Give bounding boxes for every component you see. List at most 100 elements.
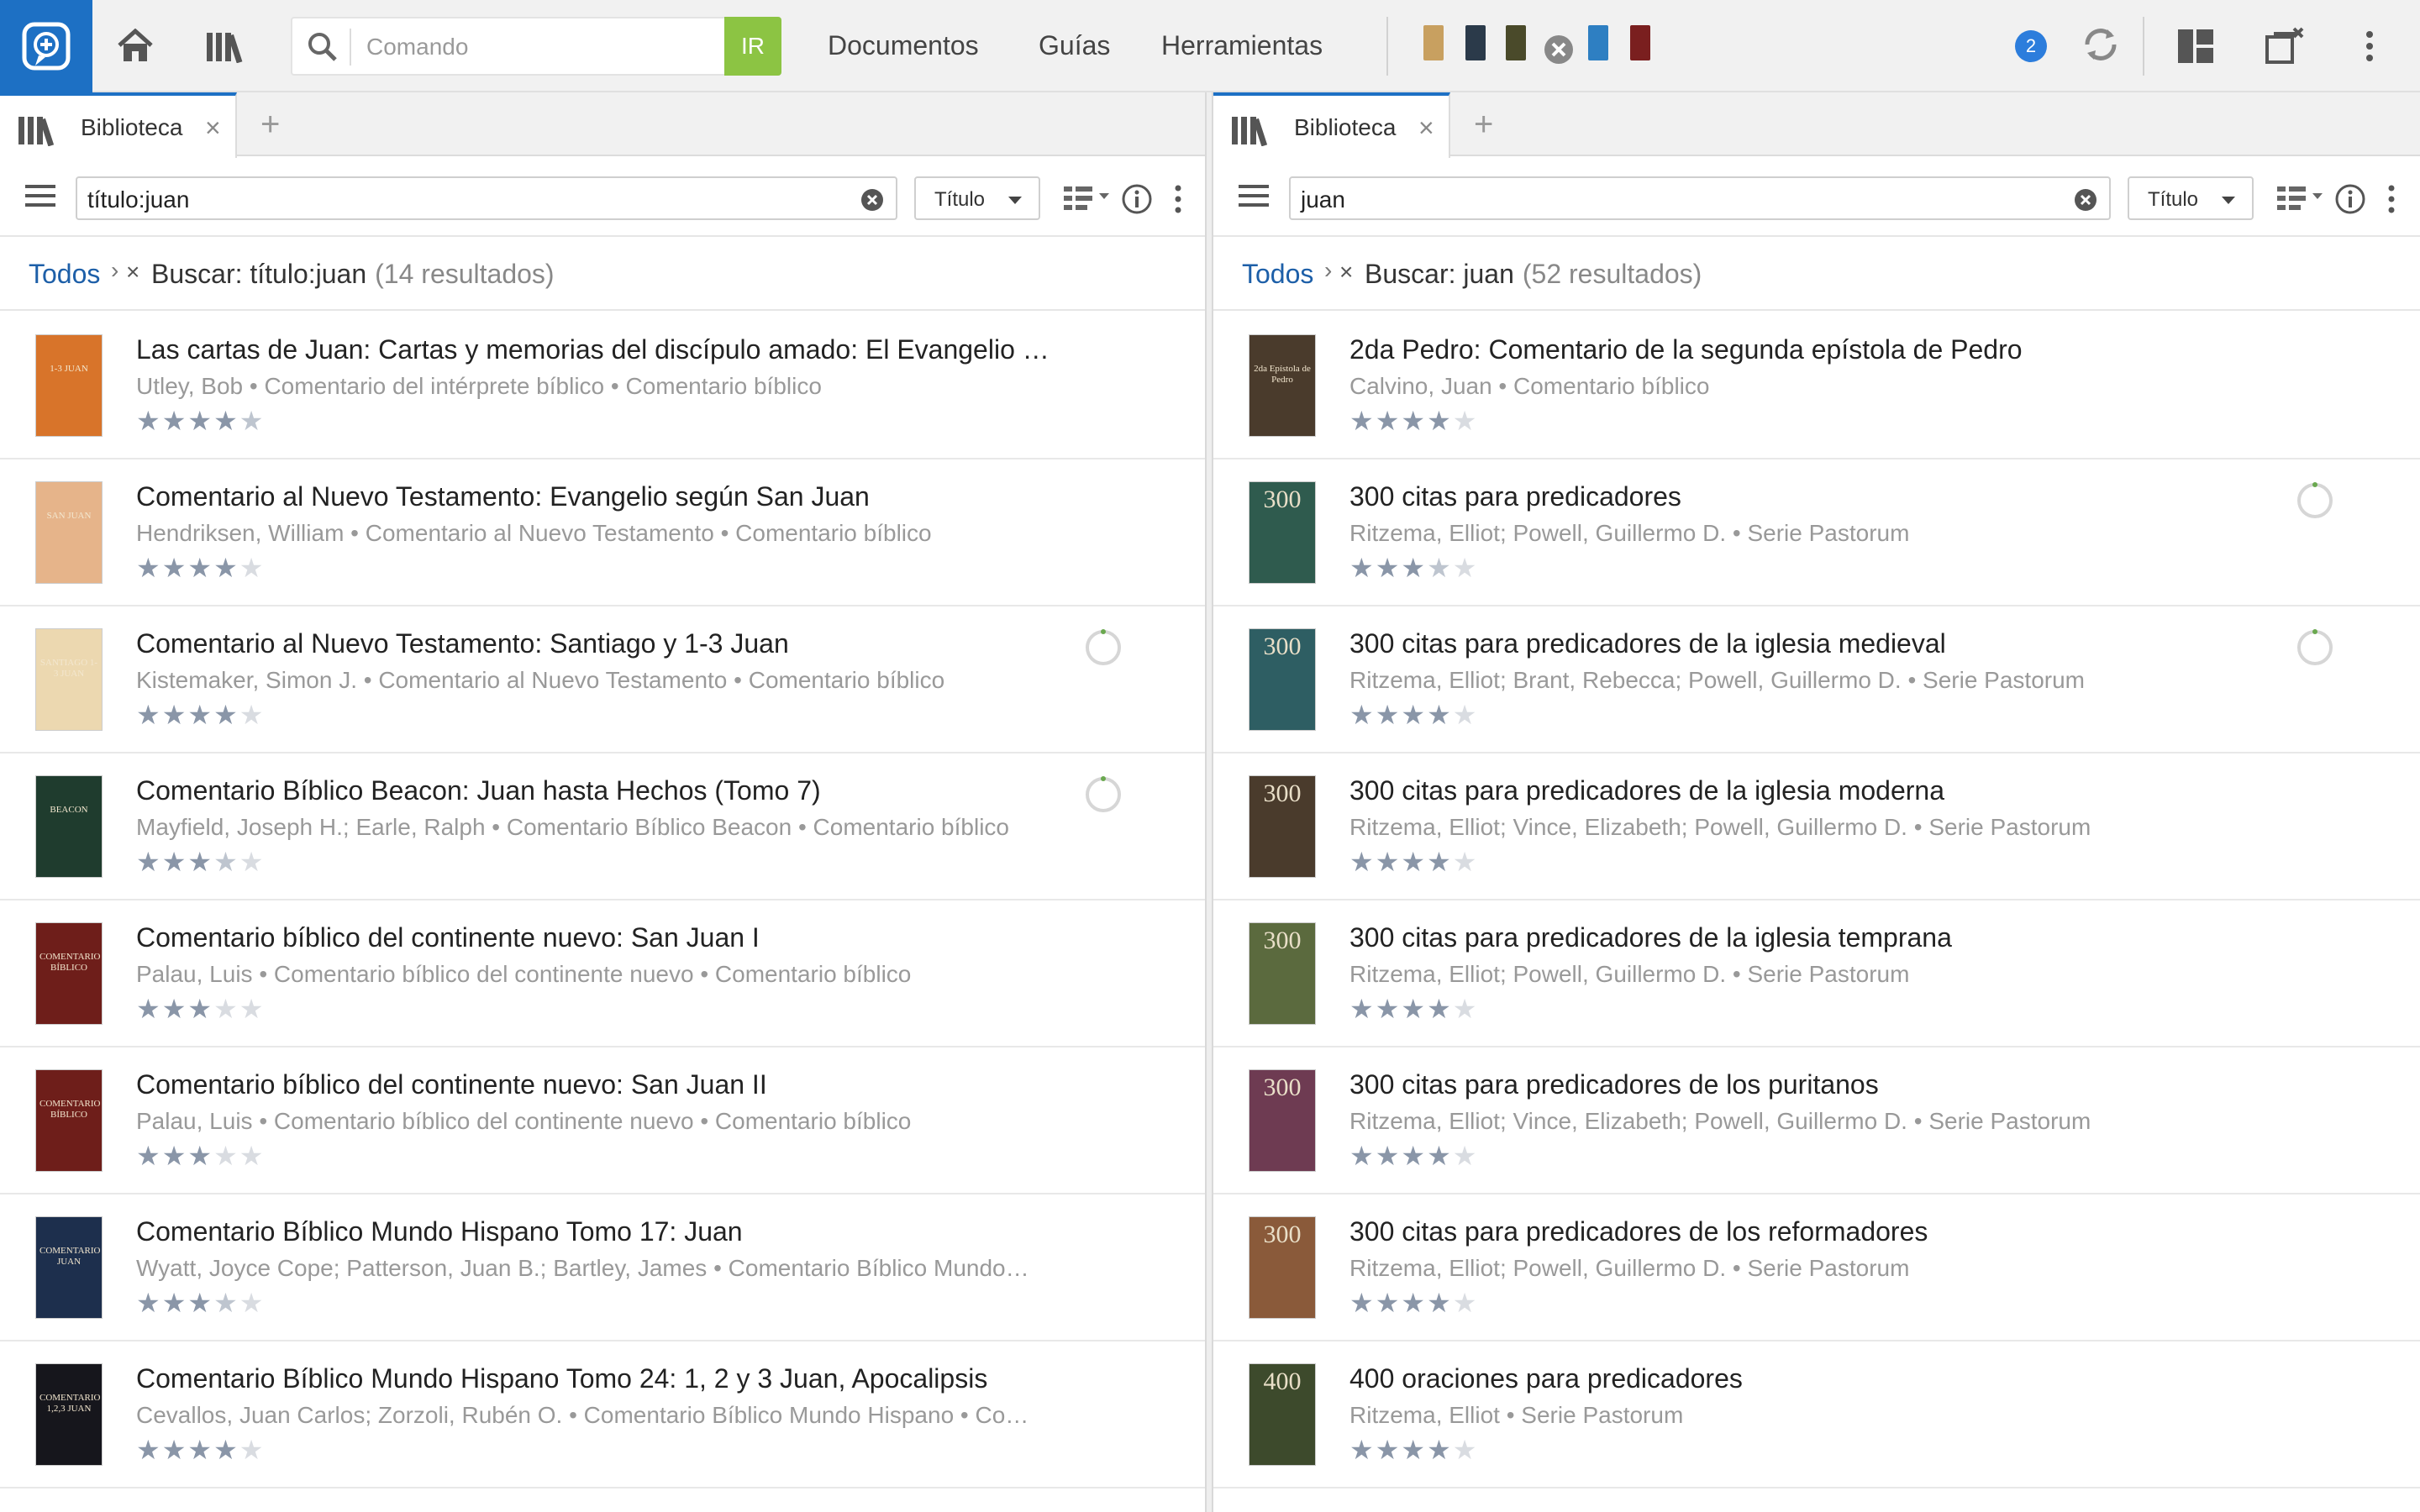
home-icon[interactable] [116, 25, 155, 67]
star-icon[interactable]: ★ [162, 406, 188, 436]
library-result-row[interactable]: 300 300 citas para predicadores Ritzema, E… [1213, 459, 2420, 606]
star-icon[interactable]: ★ [1349, 1435, 1376, 1465]
result-title[interactable]: Comentario bíblico del continente nuevo:… [136, 1069, 1060, 1100]
notification-badge[interactable]: 2 [2015, 30, 2047, 62]
star-icon[interactable]: ★ [136, 1435, 162, 1465]
panel-menu-icon[interactable] [1173, 183, 1183, 219]
result-title[interactable]: 300 citas para predicadores de los purit… [1349, 1069, 2274, 1100]
star-icon[interactable]: ★ [1349, 1288, 1376, 1318]
star-icon[interactable]: ★ [1401, 1435, 1427, 1465]
star-icon[interactable]: ★ [213, 1288, 239, 1318]
star-icon[interactable]: ★ [1453, 700, 1479, 730]
star-icon[interactable]: ★ [1401, 847, 1427, 877]
star-icon[interactable]: ★ [136, 406, 162, 436]
result-title[interactable]: Comentario al Nuevo Testamento: Santiago… [136, 628, 1060, 659]
star-icon[interactable]: ★ [213, 553, 239, 583]
remove-filter-icon[interactable]: × [1339, 259, 1353, 286]
star-icon[interactable]: ★ [1376, 1435, 1402, 1465]
library-result-row[interactable]: 300 300 citas para predicadores de la igl… [1213, 606, 2420, 753]
book-cover[interactable]: 300 [1249, 1216, 1316, 1319]
star-icon[interactable]: ★ [213, 847, 239, 877]
star-icon[interactable]: ★ [1427, 700, 1453, 730]
star-icon[interactable]: ★ [162, 1288, 188, 1318]
star-icon[interactable]: ★ [187, 553, 213, 583]
book-cover[interactable]: BEACON [35, 775, 103, 878]
recent-book-thumb[interactable] [1588, 25, 1608, 60]
rating-stars[interactable]: ★★★★★ [1349, 1140, 1478, 1172]
book-cover[interactable]: 300 [1249, 1069, 1316, 1172]
library-result-row[interactable]: COMENTARIO 1,2,3 JUAN Comentario Bíblico … [0, 1341, 1205, 1488]
star-icon[interactable]: ★ [1349, 1141, 1376, 1171]
star-icon[interactable]: ★ [1376, 994, 1402, 1024]
star-icon[interactable]: ★ [1376, 1288, 1402, 1318]
star-icon[interactable]: ★ [1401, 1288, 1427, 1318]
sort-dropdown[interactable]: Título [2128, 176, 2254, 220]
hamburger-icon[interactable] [1239, 183, 1269, 213]
rating-stars[interactable]: ★★★★★ [136, 1287, 265, 1319]
star-icon[interactable]: ★ [1401, 994, 1427, 1024]
star-icon[interactable]: ★ [1349, 994, 1376, 1024]
rating-stars[interactable]: ★★★★★ [136, 552, 265, 584]
library-result-row[interactable]: COMENTARIO BÍBLICO Comentario bíblico del… [0, 900, 1205, 1047]
rating-stars[interactable]: ★★★★★ [1349, 699, 1478, 731]
add-tab-icon[interactable]: + [260, 106, 280, 144]
star-icon[interactable]: ★ [1453, 553, 1479, 583]
result-title[interactable]: Comentario Bíblico Mundo Hispano Tomo 24… [136, 1363, 1060, 1394]
library-result-row[interactable]: 300 300 citas para predicadores de la igl… [1213, 900, 2420, 1047]
star-icon[interactable]: ★ [1427, 1141, 1453, 1171]
library-result-row[interactable]: SAN JUAN Comentario al Nuevo Testamento: … [0, 459, 1205, 606]
star-icon[interactable]: ★ [1427, 1288, 1453, 1318]
rating-stars[interactable]: ★★★★★ [1349, 1434, 1478, 1466]
book-cover[interactable]: COMENTARIO JUAN [35, 1216, 103, 1319]
star-icon[interactable]: ★ [1453, 994, 1479, 1024]
close-panels-icon[interactable] [2264, 25, 2306, 67]
library-result-row[interactable]: SANTIAGO 1-3 JUAN Comentario al Nuevo Tes… [0, 606, 1205, 753]
star-icon[interactable]: ★ [239, 553, 266, 583]
book-cover[interactable]: SANTIAGO 1-3 JUAN [35, 628, 103, 731]
star-icon[interactable]: ★ [1453, 847, 1479, 877]
library-result-row[interactable]: 1-3 JUAN Las cartas de Juan: Cartas y mem… [0, 312, 1205, 459]
book-cover[interactable]: 1-3 JUAN [35, 334, 103, 437]
rating-stars[interactable]: ★★★★★ [1349, 846, 1478, 878]
star-icon[interactable]: ★ [1401, 553, 1427, 583]
result-title[interactable]: Comentario bíblico del continente nuevo:… [136, 922, 1060, 953]
star-icon[interactable]: ★ [1349, 553, 1376, 583]
library-result-row[interactable]: 400 400 oraciones para predicadores Ritzem… [1213, 1341, 2420, 1488]
star-icon[interactable]: ★ [136, 994, 162, 1024]
rating-stars[interactable]: ★★★★★ [136, 993, 265, 1025]
result-title[interactable]: Comentario Bíblico Mundo Hispano Tomo 17… [136, 1216, 1060, 1247]
star-icon[interactable]: ★ [1427, 1435, 1453, 1465]
book-cover[interactable]: 300 [1249, 922, 1316, 1025]
star-icon[interactable]: ★ [1427, 406, 1453, 436]
star-icon[interactable]: ★ [213, 700, 239, 730]
go-button[interactable]: IR [724, 17, 781, 76]
star-icon[interactable]: ★ [136, 700, 162, 730]
library-filter-input[interactable]: título:juan [76, 176, 897, 220]
more-menu-icon[interactable] [2365, 25, 2375, 67]
rating-stars[interactable]: ★★★★★ [136, 1140, 265, 1172]
star-icon[interactable]: ★ [239, 1141, 266, 1171]
star-icon[interactable]: ★ [239, 994, 266, 1024]
layout-icon[interactable] [2176, 25, 2215, 67]
star-icon[interactable]: ★ [1349, 847, 1376, 877]
recent-book-thumb[interactable] [1423, 25, 1444, 60]
star-icon[interactable]: ★ [162, 700, 188, 730]
library-icon[interactable] [205, 25, 247, 67]
result-title[interactable]: Las cartas de Juan: Cartas y memorias de… [136, 334, 1060, 365]
star-icon[interactable]: ★ [213, 406, 239, 436]
star-icon[interactable]: ★ [187, 1141, 213, 1171]
result-title[interactable]: 300 citas para predicadores de los refor… [1349, 1216, 2274, 1247]
star-icon[interactable]: ★ [239, 847, 266, 877]
star-icon[interactable]: ★ [162, 994, 188, 1024]
star-icon[interactable]: ★ [187, 1435, 213, 1465]
tab-biblioteca[interactable]: Biblioteca × [0, 92, 237, 158]
result-title[interactable]: 400 oraciones para predicadores [1349, 1363, 2274, 1394]
book-cover[interactable]: COMENTARIO 1,2,3 JUAN [35, 1363, 103, 1466]
star-icon[interactable]: ★ [213, 994, 239, 1024]
star-icon[interactable]: ★ [1453, 1288, 1479, 1318]
star-icon[interactable]: ★ [1376, 700, 1402, 730]
star-icon[interactable]: ★ [1376, 1141, 1402, 1171]
star-icon[interactable]: ★ [1349, 700, 1376, 730]
menu-documentos[interactable]: Documentos [828, 30, 979, 61]
view-mode-icon[interactable] [1064, 185, 1111, 218]
